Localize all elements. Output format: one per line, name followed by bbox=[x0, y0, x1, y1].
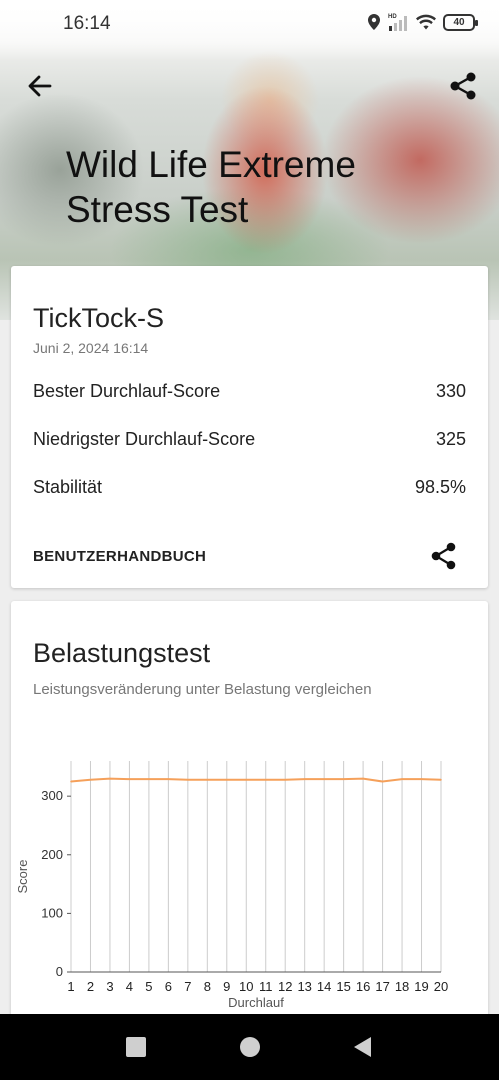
status-bar: 16:14 HD 40 bbox=[0, 0, 499, 46]
score-point bbox=[245, 778, 248, 781]
best-score-value: 330 bbox=[435, 381, 466, 401]
score-point bbox=[264, 778, 267, 781]
svg-text:HD: HD bbox=[388, 14, 397, 20]
result-card: TickTock-S Juni 2, 2024 16:14 Bester Dur… bbox=[11, 266, 488, 588]
run-date: Juni 2, 2024 16:14 bbox=[33, 340, 149, 356]
best-score-row: Bester Durchlauf-Score 330 bbox=[33, 381, 466, 405]
score-point bbox=[284, 778, 287, 781]
lowest-score-value: 325 bbox=[435, 429, 466, 449]
score-point bbox=[440, 778, 442, 781]
navigation-bar bbox=[0, 1014, 499, 1080]
status-icons: HD 40 bbox=[367, 12, 478, 32]
score-point bbox=[109, 777, 111, 780]
y-tick-label: 100 bbox=[41, 905, 63, 920]
score-point bbox=[342, 778, 345, 780]
user-manual-link[interactable]: BENUTZERHANDBUCH bbox=[33, 548, 206, 565]
x-tick-label: 2 bbox=[87, 979, 94, 994]
location-icon bbox=[368, 14, 380, 30]
score-series-line bbox=[70, 777, 442, 783]
back-arrow-icon[interactable] bbox=[24, 70, 56, 102]
x-tick-label: 3 bbox=[106, 979, 113, 994]
x-tick-label: 11 bbox=[259, 979, 273, 994]
x-tick-label: 9 bbox=[223, 979, 230, 994]
score-point bbox=[420, 778, 423, 780]
x-tick-label: 8 bbox=[204, 979, 211, 994]
x-tick-label: 12 bbox=[278, 979, 292, 994]
signal-icon: HD bbox=[388, 14, 407, 31]
x-tick-label: 14 bbox=[317, 979, 331, 994]
score-point bbox=[362, 777, 364, 780]
section-subtitle: Leistungsveränderung unter Belastung ver… bbox=[33, 681, 372, 698]
share-icon[interactable] bbox=[430, 541, 458, 571]
section-title: Belastungstest bbox=[33, 638, 211, 668]
score-point bbox=[70, 780, 72, 783]
x-tick-label: 15 bbox=[336, 979, 350, 994]
y-tick-label: 0 bbox=[56, 964, 63, 979]
battery-icon: 40 bbox=[443, 13, 478, 31]
lowest-score-label: Niedrigster Durchlauf-Score bbox=[33, 429, 256, 449]
share-icon[interactable] bbox=[447, 70, 479, 102]
score-point bbox=[206, 778, 209, 781]
score-point bbox=[89, 778, 92, 781]
x-tick-label: 17 bbox=[375, 979, 389, 994]
stress-test-card: Belastungstest Leistungsveränderung unte… bbox=[11, 601, 488, 1021]
score-point bbox=[225, 778, 228, 781]
x-tick-label: 13 bbox=[297, 979, 311, 994]
recents-square-icon[interactable] bbox=[124, 1035, 148, 1059]
x-tick-label: 1 bbox=[67, 979, 74, 994]
status-time: 16:14 bbox=[63, 13, 111, 34]
x-tick-label: 10 bbox=[239, 979, 253, 994]
x-tick-label: 16 bbox=[356, 979, 370, 994]
x-tick-label: 18 bbox=[395, 979, 409, 994]
score-point bbox=[167, 778, 170, 780]
y-axis-label: Score bbox=[15, 860, 30, 894]
wifi-icon bbox=[416, 14, 436, 30]
score-point bbox=[381, 780, 384, 783]
x-tick-label: 20 bbox=[434, 979, 448, 994]
x-tick-label: 5 bbox=[145, 979, 152, 994]
stability-row: Stabilität 98.5% bbox=[33, 477, 466, 501]
score-point bbox=[323, 778, 325, 780]
best-score-label: Bester Durchlauf-Score bbox=[33, 381, 221, 401]
score-point bbox=[401, 778, 403, 780]
device-name: TickTock-S bbox=[33, 303, 165, 333]
stress-chart: 01002003001 2 3 4 5 6 7 8 9 10 11 12 13 14 15 16 17 18 19 2… bbox=[15, 761, 448, 1010]
stability-label: Stabilität bbox=[33, 477, 103, 497]
score-point bbox=[128, 778, 131, 780]
y-tick-label: 300 bbox=[41, 788, 63, 803]
x-tick-label: 7 bbox=[184, 979, 191, 994]
x-tick-label: 19 bbox=[414, 979, 428, 994]
lowest-score-row: Niedrigster Durchlauf-Score 325 bbox=[33, 429, 466, 453]
stability-value: 98.5% bbox=[414, 477, 466, 497]
y-tick-label: 200 bbox=[41, 847, 63, 862]
x-tick-label: 4 bbox=[126, 979, 133, 994]
back-triangle-icon[interactable] bbox=[351, 1035, 375, 1059]
page-title: Wild Life Extreme Stress Test bbox=[66, 144, 356, 230]
score-point bbox=[148, 778, 150, 780]
score-point bbox=[187, 778, 189, 781]
x-tick-label: 6 bbox=[165, 979, 172, 994]
score-point bbox=[303, 778, 306, 780]
home-circle-icon[interactable] bbox=[238, 1035, 262, 1059]
x-axis-label: Durchlauf bbox=[228, 995, 284, 1010]
